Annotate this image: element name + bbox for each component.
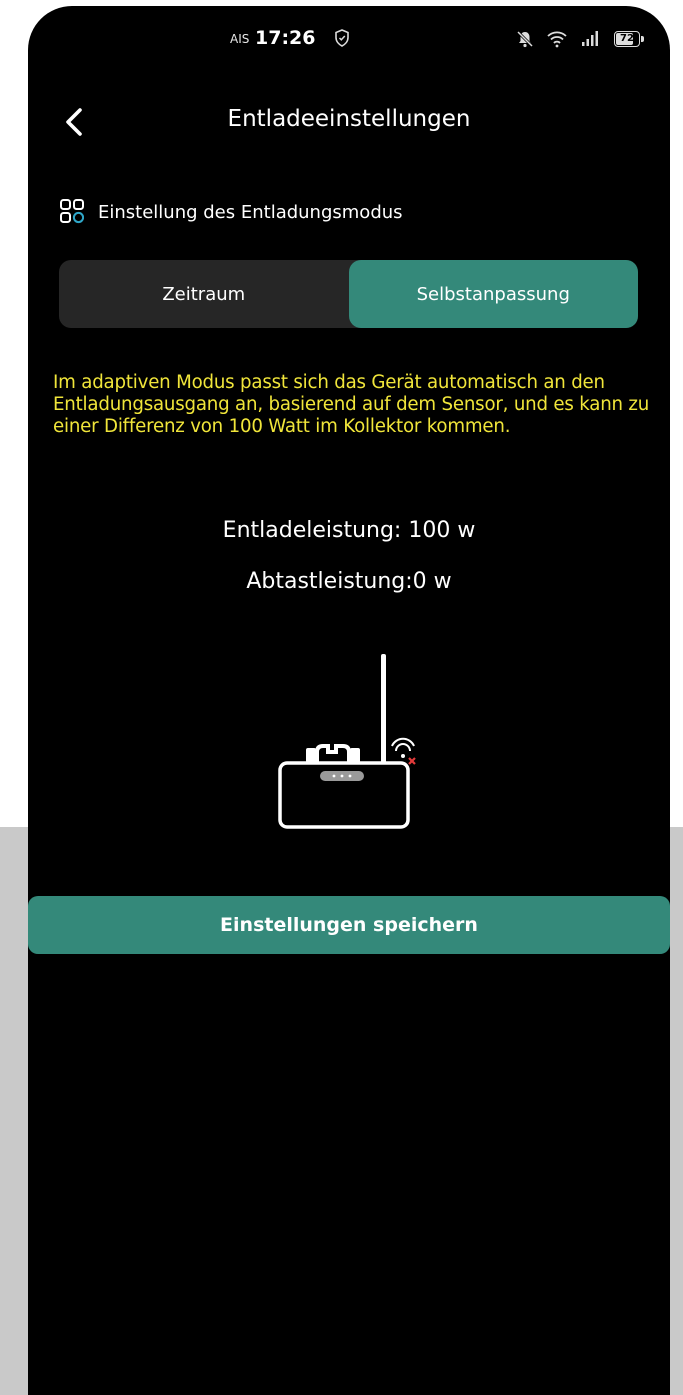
clock: 17:26 xyxy=(255,27,316,49)
signal-icon xyxy=(582,31,598,46)
status-bar: AIS 17:26 72 xyxy=(28,24,670,64)
phone-screen: AIS 17:26 72 Entladeeinstellungen Einste… xyxy=(28,6,670,1395)
section-label: Einstellung des Entladungsmodus xyxy=(98,201,403,223)
sampling-power-label: Abtastleistung:0 w xyxy=(246,569,452,594)
mode-selector: Zeitraum Selbstanpassung xyxy=(59,260,638,328)
shield-icon xyxy=(335,29,349,47)
section-header: Einstellung des Entladungsmodus xyxy=(60,194,403,230)
carrier-label: AIS xyxy=(230,32,250,46)
mute-bell-icon xyxy=(516,30,534,48)
battery-icon: 72 xyxy=(614,31,644,47)
status-icons: 72 xyxy=(516,28,644,50)
battery-level: 72 xyxy=(620,33,634,44)
nav-bar: Entladeeinstellungen xyxy=(28,100,670,144)
save-settings-button[interactable]: Einstellungen speichern xyxy=(28,896,670,954)
page-title: Entladeeinstellungen xyxy=(227,106,471,132)
grid-icon xyxy=(60,199,84,224)
discharge-power-label: Entladeleistung: 100 w xyxy=(222,518,476,543)
tab-zeitraum[interactable]: Zeitraum xyxy=(59,260,349,328)
mode-description: Im adaptiven Modus passt sich das Gerät … xyxy=(53,372,650,437)
tab-selbstanpassung[interactable]: Selbstanpassung xyxy=(348,260,638,328)
device-router-icon xyxy=(278,654,416,829)
wifi-icon xyxy=(547,31,567,48)
